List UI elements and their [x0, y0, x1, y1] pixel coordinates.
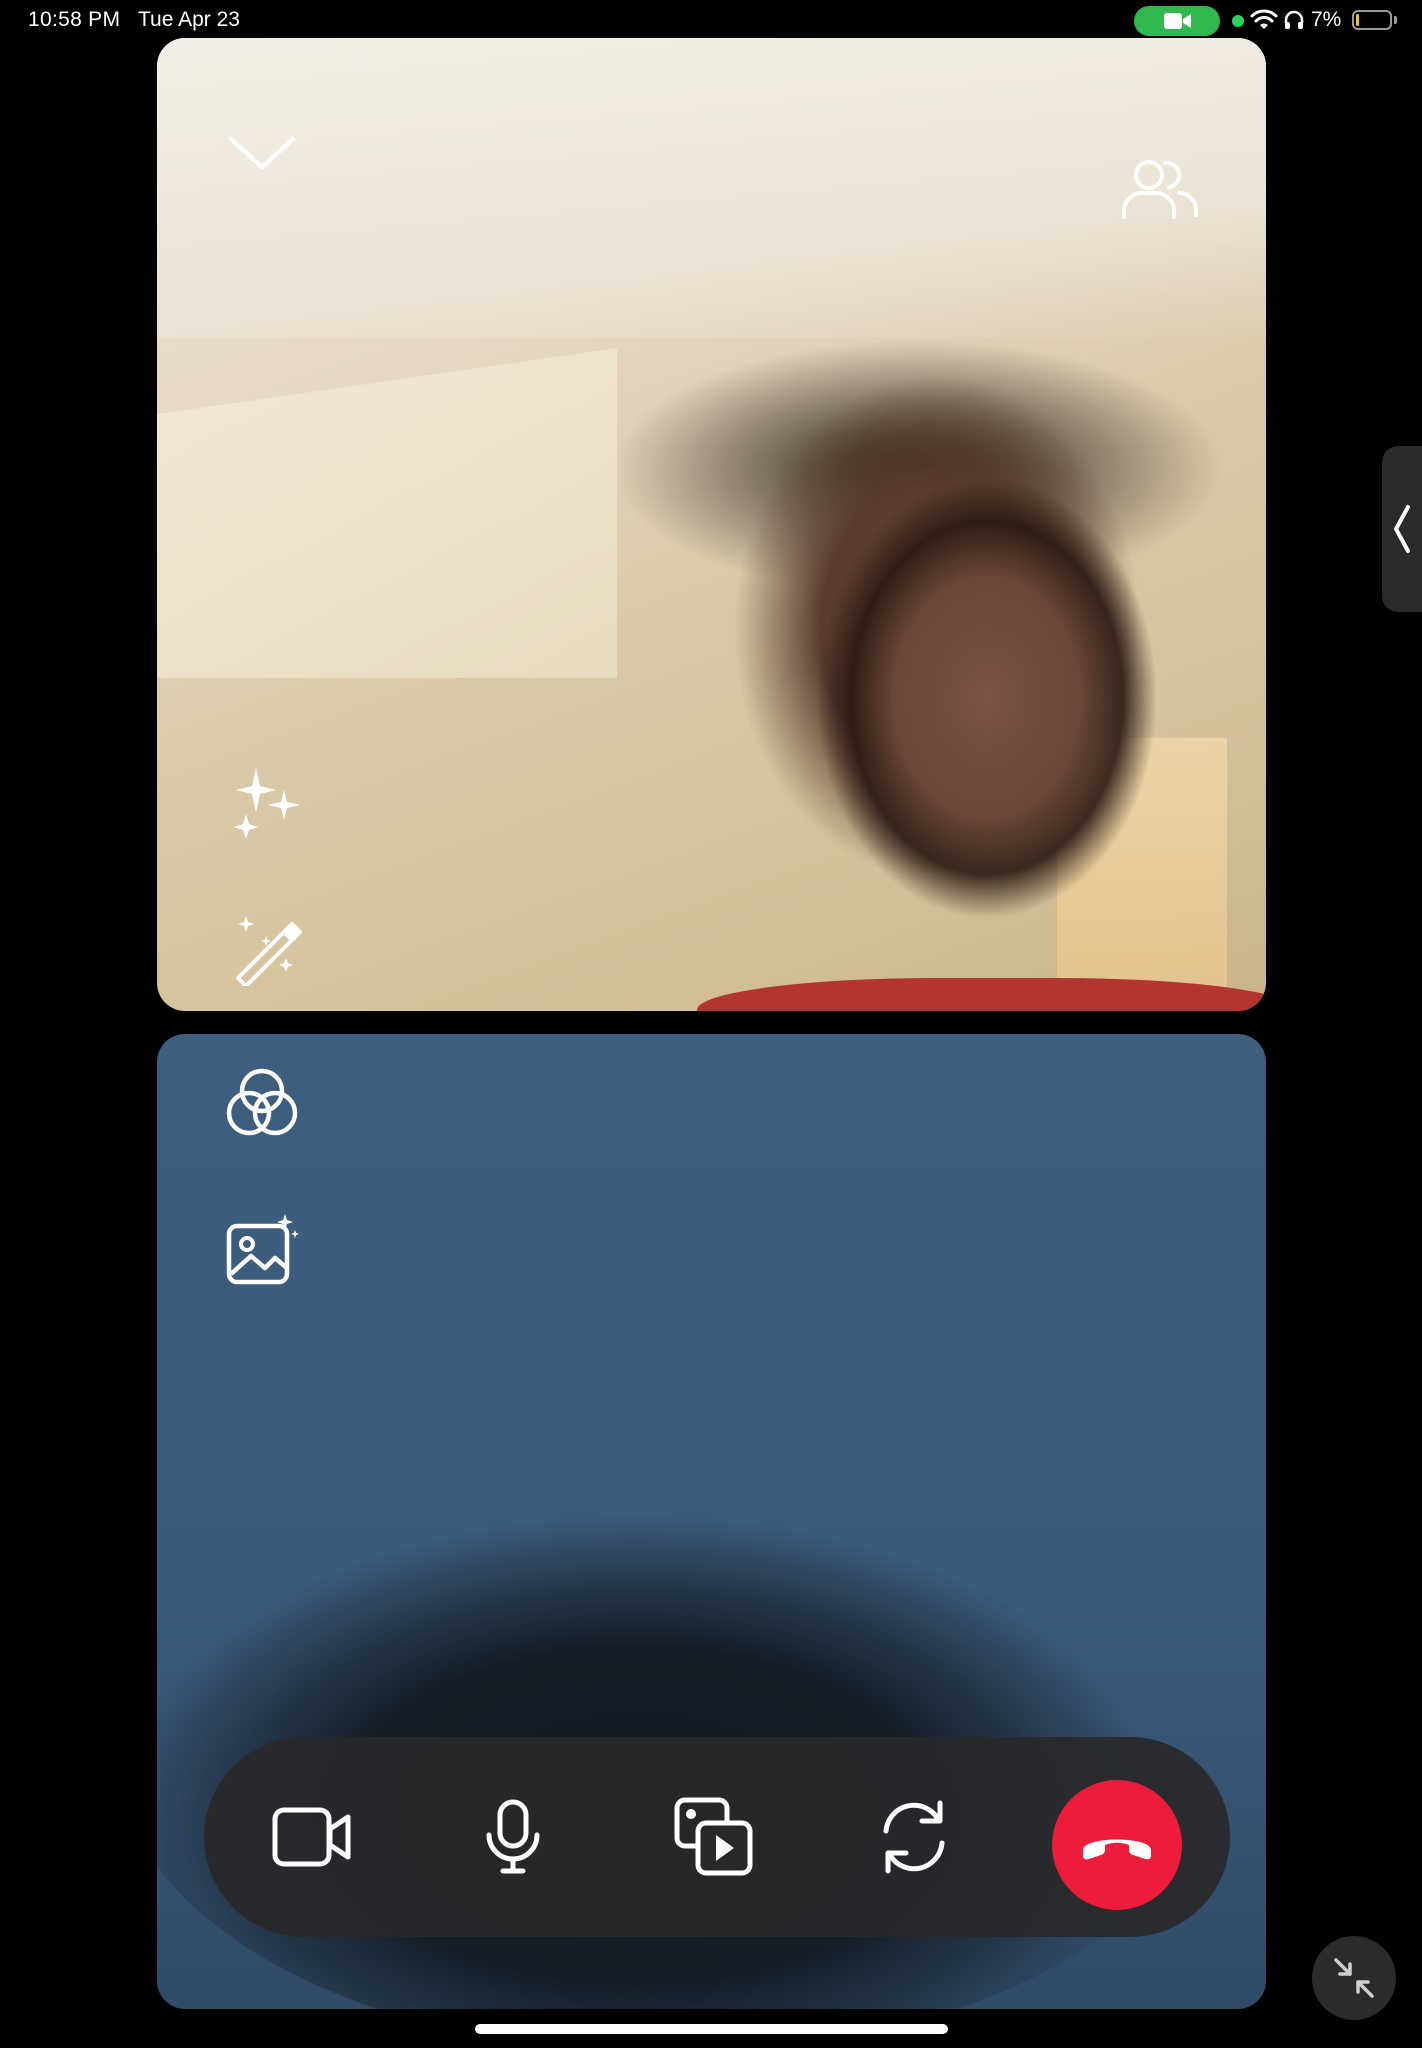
call-controls-bar: [204, 1737, 1230, 1937]
microphone-icon: [486, 1799, 540, 1874]
camera-in-use-indicator[interactable]: [1134, 6, 1220, 36]
remote-video-wall: [157, 348, 617, 678]
sparkles-icon: [234, 768, 300, 839]
touch-up-button[interactable]: [217, 904, 317, 994]
share-media-button[interactable]: [654, 1777, 774, 1897]
microphone-toggle-button[interactable]: [453, 1777, 573, 1897]
collapse-call-button[interactable]: [217, 108, 307, 198]
home-indicator[interactable]: [475, 2024, 948, 2034]
remote-participant-shirt: [697, 978, 1266, 1011]
status-time: 10:58 PM: [28, 8, 121, 31]
background-image-icon: [226, 1214, 299, 1285]
background-button[interactable]: [212, 1204, 312, 1294]
filters-icon: [226, 1068, 298, 1136]
status-date: Tue Apr 23: [138, 8, 240, 31]
minimize-arrows-icon: [1334, 1958, 1374, 1998]
minimize-button[interactable]: [1312, 1936, 1396, 2020]
remote-video-ceiling: [157, 38, 1266, 338]
video-camera-icon: [1164, 13, 1191, 29]
status-bar: 10:58 PM Tue Apr 23 7%: [0, 0, 1422, 40]
share-media-icon: [674, 1797, 753, 1876]
remote-video-feed[interactable]: [157, 38, 1266, 1011]
magic-wand-icon: [236, 916, 302, 986]
battery-icon: [1352, 10, 1392, 30]
battery-cap: [1394, 16, 1397, 24]
participants-icon: [1122, 160, 1198, 219]
side-panel-handle[interactable]: [1382, 446, 1422, 612]
effects-button[interactable]: [217, 758, 317, 848]
remote-participant: [777, 438, 1197, 1011]
mic-in-use-dot: [1232, 15, 1244, 27]
end-call-icon: [1083, 1839, 1151, 1860]
camera-icon: [272, 1807, 351, 1867]
chevron-left-icon: [1394, 505, 1410, 553]
chevron-down-icon: [228, 136, 296, 170]
participants-button[interactable]: [1115, 148, 1205, 228]
battery-level-fill: [1356, 14, 1359, 26]
battery-percentage: 7%: [1311, 8, 1342, 31]
headphones-icon: [1284, 10, 1304, 29]
wifi-icon: [1250, 9, 1278, 29]
camera-toggle-button[interactable]: [252, 1777, 372, 1897]
flip-camera-button[interactable]: [854, 1777, 974, 1897]
flip-camera-icon: [883, 1800, 945, 1874]
end-call-button[interactable]: [1052, 1780, 1182, 1910]
filters-button[interactable]: [212, 1058, 312, 1148]
